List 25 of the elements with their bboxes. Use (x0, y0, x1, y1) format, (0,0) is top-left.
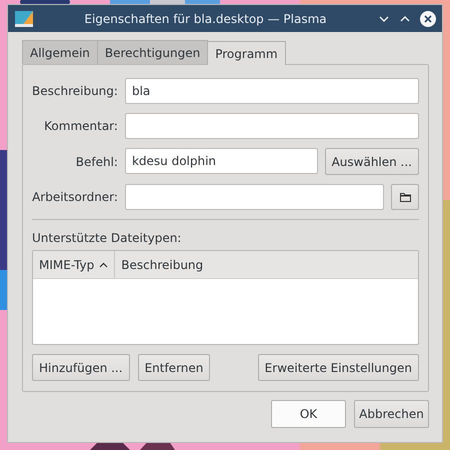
input-field[interactable] (124, 184, 384, 210)
choose-button[interactable]: Auswählen ... (324, 148, 419, 175)
column-header[interactable]: Beschreibung (115, 251, 210, 278)
field-label: Arbeitsordner: (32, 190, 118, 204)
column-header[interactable]: MIME-Typ (33, 251, 116, 278)
folder-icon (400, 192, 410, 202)
tab[interactable]: Programm (207, 41, 286, 65)
table-button[interactable]: Entfernen (138, 354, 210, 381)
input-field[interactable]: bla (124, 78, 419, 104)
field-label: Kommentar: (43, 119, 118, 133)
dialog-button[interactable]: OK (271, 400, 346, 428)
table-button[interactable]: Hinzufügen ... (32, 354, 130, 381)
tab[interactable]: Allgemein (22, 40, 98, 64)
table-button[interactable]: Erweiterte Einstellungen (258, 354, 419, 381)
dialog-button[interactable]: Abbrechen (354, 400, 429, 428)
close-icon[interactable] (420, 10, 436, 26)
field-label: Beschreibung: (32, 84, 118, 98)
section-label: Unterstützte Dateitypen: (32, 231, 182, 245)
field-label: Befehl: (74, 154, 118, 168)
window-title: Eigenschaften für bla.desktop — Plasma (83, 12, 328, 26)
input-field[interactable] (124, 113, 419, 139)
input-field[interactable]: kdesu dolphin (124, 148, 318, 174)
folder-button[interactable] (391, 184, 419, 210)
tab[interactable]: Berechtigungen (96, 40, 208, 64)
app-icon (15, 10, 33, 26)
